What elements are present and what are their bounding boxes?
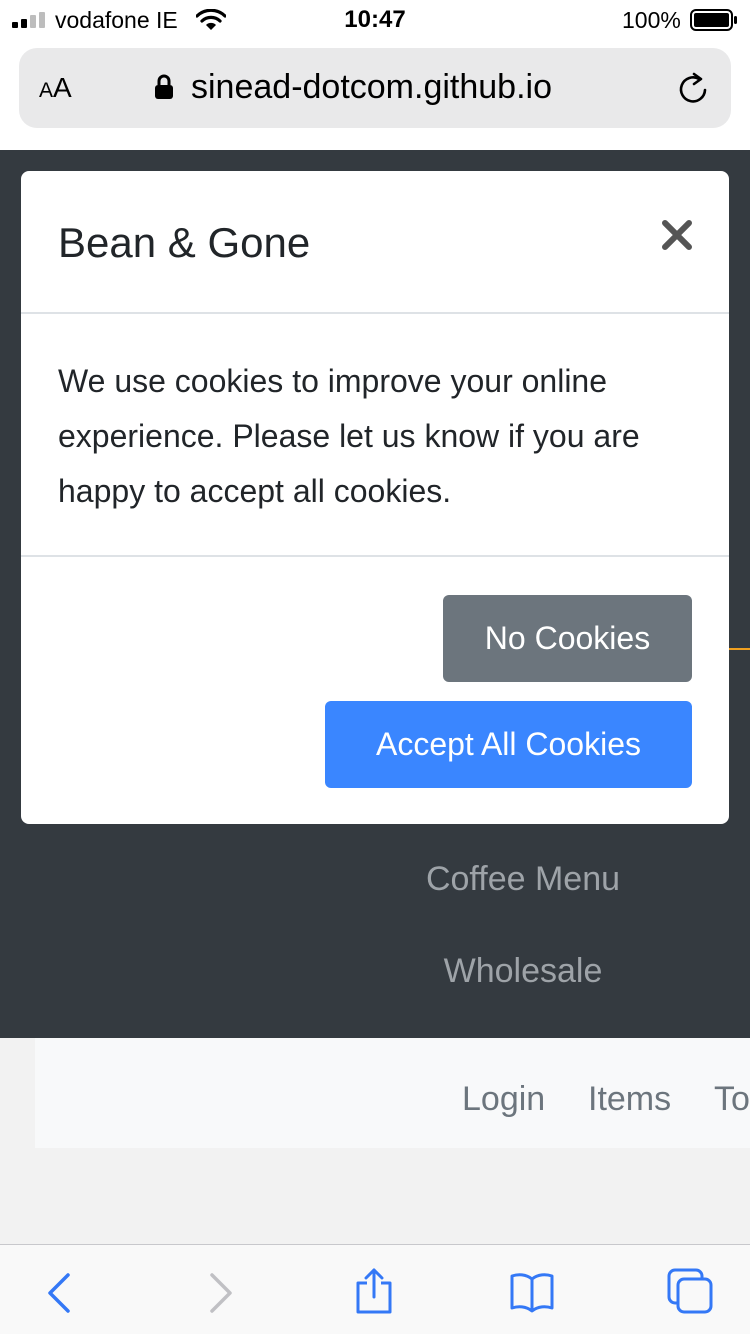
reload-icon[interactable] [677,72,709,106]
accent-line [728,648,750,650]
sub-navbar: Login Items To [35,1038,750,1148]
chevron-left-icon[interactable] [36,1267,84,1315]
nav-coffee-menu[interactable]: Coffee Menu [0,860,750,899]
modal-body-text: We use cookies to improve your online ex… [58,363,640,509]
share-icon[interactable] [350,1267,398,1315]
modal-title: Bean & Gone [58,219,311,266]
browser-top-bar: AA sinead-dotcom.github.io [0,40,750,150]
lock-icon [155,74,173,99]
cookie-consent-modal: Bean & Gone We use cookies to improve yo… [21,171,729,824]
battery-icon [690,9,737,31]
modal-footer: No Cookies Accept All Cookies [21,555,729,824]
no-cookies-button[interactable]: No Cookies [443,595,692,682]
subnav-items[interactable]: Items [588,1080,671,1119]
subnav-truncated-link[interactable]: To [714,1080,750,1119]
battery-percentage: 100% [622,7,681,33]
book-icon[interactable] [508,1267,556,1315]
url-text[interactable]: sinead-dotcom.github.io [191,68,552,107]
subnav-login[interactable]: Login [462,1080,545,1119]
nav-wholesale[interactable]: Wholesale [0,952,750,991]
browser-bottom-toolbar [0,1244,750,1334]
modal-header: Bean & Gone [21,171,729,314]
tabs-icon[interactable] [666,1267,714,1315]
accept-all-cookies-button[interactable]: Accept All Cookies [325,701,692,788]
status-bar: vodafone IE 10:47 100% [0,0,750,40]
address-bar[interactable]: AA sinead-dotcom.github.io [19,48,731,128]
chevron-right-icon[interactable] [196,1267,244,1315]
close-icon[interactable] [657,215,697,255]
phone-screen: vodafone IE 10:47 100% AA sinead-dotcom.… [0,0,750,1334]
text-size-button[interactable]: AA [39,72,72,104]
